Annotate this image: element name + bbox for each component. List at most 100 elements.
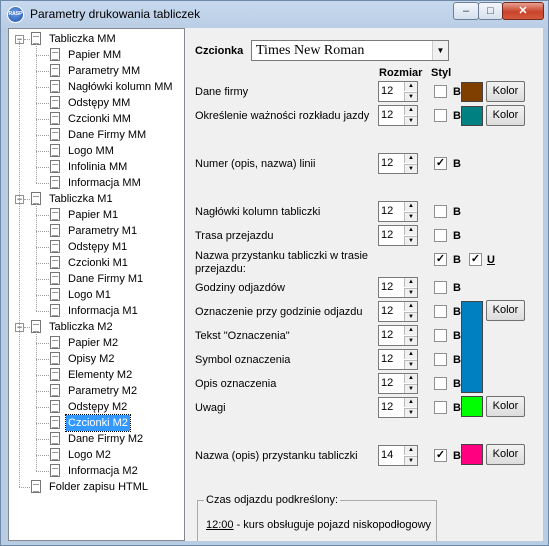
spin-up-icon[interactable]: ▲ <box>404 278 417 287</box>
color-button-okreslenie[interactable]: Kolor <box>486 105 525 126</box>
size-spinner-tekst[interactable]: 12 ▲ ▼ <box>378 325 418 346</box>
bold-checkbox-okreslenie[interactable] <box>434 109 447 122</box>
size-value: 14 <box>381 449 394 461</box>
spin-up-icon[interactable]: ▲ <box>404 154 417 163</box>
tree-group-item[interactable]: Tabliczka MM <box>47 31 118 47</box>
tree-child-item[interactable]: Opisy M2 <box>66 351 116 367</box>
spin-up-icon[interactable]: ▲ <box>404 326 417 335</box>
spin-down-icon[interactable]: ▼ <box>404 408 417 417</box>
color-button-uwagi[interactable]: Kolor <box>486 396 525 417</box>
tree-child-item[interactable]: Parametry M2 <box>66 383 139 399</box>
spin-down-icon[interactable]: ▼ <box>404 336 417 345</box>
spin-up-icon[interactable]: ▲ <box>404 106 417 115</box>
bold-checkbox-symbol[interactable] <box>434 353 447 366</box>
size-spinner-godziny[interactable]: 12 ▲ ▼ <box>378 277 418 298</box>
window-title: Parametry drukowania tabliczek <box>30 7 201 21</box>
bold-checkbox-godziny[interactable] <box>434 281 447 294</box>
row-label-oznaczenie: Oznaczenie przy godzinie odjazdu <box>195 306 363 318</box>
tree-child-item[interactable]: Informacja MM <box>66 175 143 191</box>
underline-checkbox-nazwa-trasa[interactable]: ✓ <box>469 253 482 266</box>
tree-child-item[interactable]: Informacja M1 <box>66 303 140 319</box>
bold-checkbox-naglowki[interactable] <box>434 205 447 218</box>
spin-down-icon[interactable]: ▼ <box>404 116 417 125</box>
color-button-dane-firmy[interactable]: Kolor <box>486 81 525 102</box>
tree-child-item[interactable]: Odstępy M2 <box>66 399 129 415</box>
size-spinner-numer[interactable]: 12 ▲ ▼ <box>378 153 418 174</box>
bold-checkbox-numer[interactable]: ✓ <box>434 157 447 170</box>
tree-child-item[interactable]: Elementy M2 <box>66 367 134 383</box>
tree-folder-item[interactable]: Folder zapisu HTML <box>47 479 150 495</box>
chevron-down-icon[interactable]: ▼ <box>432 41 448 60</box>
maximize-button[interactable]: □ <box>478 2 503 20</box>
bold-label: B <box>453 282 461 294</box>
spin-down-icon[interactable]: ▼ <box>404 288 417 297</box>
bold-checkbox-oznaczenie[interactable] <box>434 305 447 318</box>
tree-child-item[interactable]: Parametry M1 <box>66 223 139 239</box>
size-spinner-trasa[interactable]: 12 ▲ ▼ <box>378 225 418 246</box>
tree-child-item[interactable]: Papier MM <box>66 47 123 63</box>
size-spinner-symbol[interactable]: 12 ▲ ▼ <box>378 349 418 370</box>
tree-child-item[interactable]: Logo M1 <box>66 287 113 303</box>
bold-checkbox-uwagi[interactable] <box>434 401 447 414</box>
bold-checkbox-nazwa-opis[interactable]: ✓ <box>434 449 447 462</box>
size-spinner-oznaczenie[interactable]: 12 ▲ ▼ <box>378 301 418 322</box>
bold-checkbox-tekst[interactable] <box>434 329 447 342</box>
spin-up-icon[interactable]: ▲ <box>404 82 417 91</box>
color-button-oznaczenie[interactable]: Kolor <box>486 300 525 321</box>
size-spinner-dane-firmy[interactable]: 12 ▲ ▼ <box>378 81 418 102</box>
bold-checkbox-nazwa-trasa[interactable]: ✓ <box>434 253 447 266</box>
spin-up-icon[interactable]: ▲ <box>404 302 417 311</box>
font-select[interactable]: Times New Roman ▼ <box>251 40 449 61</box>
tree-child-item[interactable]: Czcionki M1 <box>66 255 130 271</box>
tree-child-item[interactable]: Informacja M2 <box>66 463 140 479</box>
tree-child-item[interactable]: Dane Firmy M2 <box>66 431 145 447</box>
tree-child-item[interactable]: Papier M2 <box>66 335 120 351</box>
tree-child-item[interactable]: Parametry MM <box>66 63 142 79</box>
size-spinner-okreslenie[interactable]: 12 ▲ ▼ <box>378 105 418 126</box>
tree-item-label: Parametry MM <box>68 65 141 77</box>
minimize-button[interactable]: – <box>453 2 479 20</box>
spin-down-icon[interactable]: ▼ <box>404 312 417 321</box>
spin-down-icon[interactable]: ▼ <box>404 236 417 245</box>
tree-child-item[interactable]: Logo MM <box>66 143 116 159</box>
tree-child-item[interactable]: Dane Firmy MM <box>66 127 148 143</box>
color-button-nazwa-opis[interactable]: Kolor <box>486 444 525 465</box>
spin-down-icon[interactable]: ▼ <box>404 164 417 173</box>
spin-up-icon[interactable]: ▲ <box>404 202 417 211</box>
document-icon <box>50 240 60 253</box>
tree-group-item[interactable]: Tabliczka M2 <box>47 319 115 335</box>
tree-child-item[interactable]: Czcionki MM <box>66 111 133 127</box>
spin-up-icon[interactable]: ▲ <box>404 374 417 383</box>
size-spinner-naglowki[interactable]: 12 ▲ ▼ <box>378 201 418 222</box>
settings-tree[interactable]: − Tabliczka MM Papier MM Parametry MM Nagłów… <box>8 28 185 541</box>
bold-checkbox-trasa[interactable] <box>434 229 447 242</box>
tree-child-item[interactable]: Odstępy MM <box>66 95 132 111</box>
tree-group-item[interactable]: Tabliczka M1 <box>47 191 115 207</box>
spin-down-icon[interactable]: ▼ <box>404 92 417 101</box>
app-icon[interactable]: RASP <box>7 6 24 23</box>
spin-down-icon[interactable]: ▼ <box>404 456 417 465</box>
spin-down-icon[interactable]: ▼ <box>404 384 417 393</box>
bold-label: B <box>453 110 461 122</box>
tree-connector <box>24 39 30 40</box>
spin-up-icon[interactable]: ▲ <box>404 226 417 235</box>
spin-up-icon[interactable]: ▲ <box>404 350 417 359</box>
bold-checkbox-opis[interactable] <box>434 377 447 390</box>
tree-child-item[interactable]: Infolinia MM <box>66 159 129 175</box>
tree-child-item[interactable]: Nagłówki kolumn MM <box>66 79 175 95</box>
size-spinner-opis[interactable]: 12 ▲ ▼ <box>378 373 418 394</box>
tree-child-item[interactable]: Papier M1 <box>66 207 120 223</box>
tree-connector <box>36 423 49 424</box>
spin-up-icon[interactable]: ▲ <box>404 446 417 455</box>
size-spinner-uwagi[interactable]: 12 ▲ ▼ <box>378 397 418 418</box>
tree-child-item[interactable]: Dane Firmy M1 <box>66 271 145 287</box>
spin-down-icon[interactable]: ▼ <box>404 360 417 369</box>
size-spinner-nazwa-opis[interactable]: 14 ▲ ▼ <box>378 445 418 466</box>
spin-up-icon[interactable]: ▲ <box>404 398 417 407</box>
tree-child-item[interactable]: Logo M2 <box>66 447 113 463</box>
tree-child-item[interactable]: Czcionki M2 <box>65 414 131 432</box>
tree-child-item[interactable]: Odstępy M1 <box>66 239 129 255</box>
bold-checkbox-dane-firmy[interactable] <box>434 85 447 98</box>
close-button[interactable]: ✕ <box>502 2 544 20</box>
spin-down-icon[interactable]: ▼ <box>404 212 417 221</box>
